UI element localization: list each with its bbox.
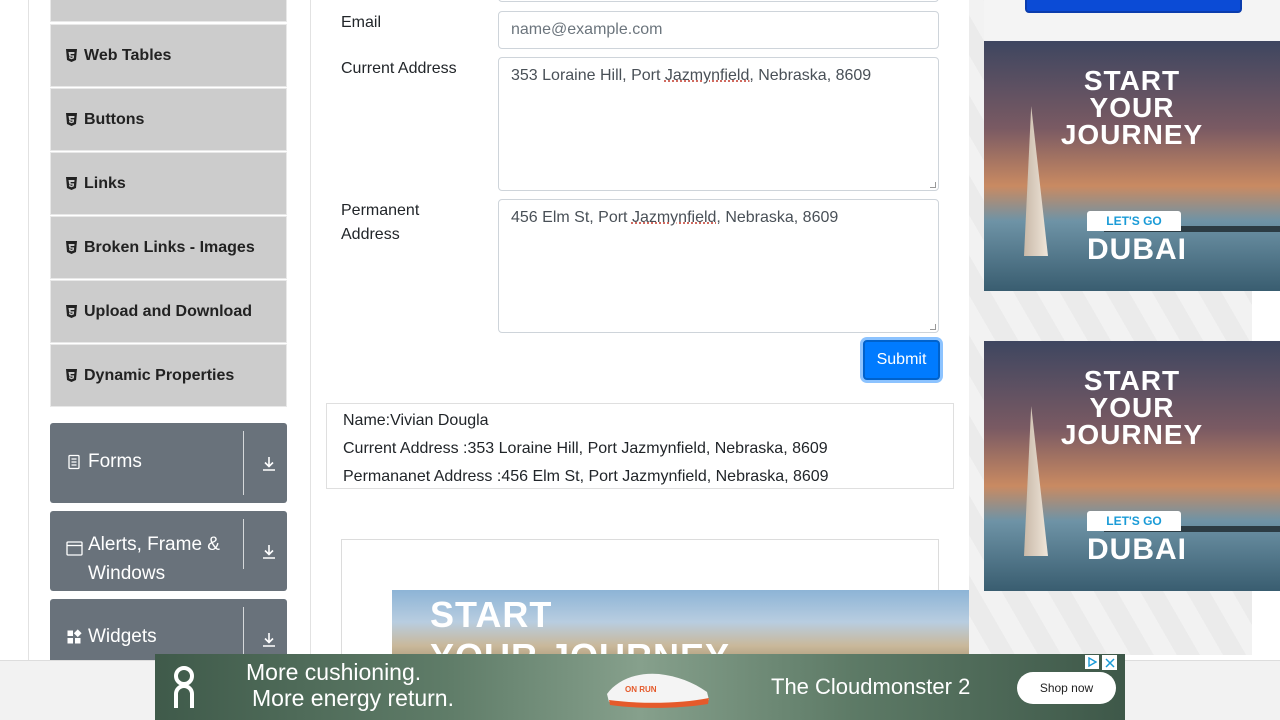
dubai-logo: DUBAI bbox=[1087, 533, 1187, 566]
adchoices-icon[interactable] bbox=[1085, 655, 1099, 669]
svg-text:ON RUN: ON RUN bbox=[625, 685, 657, 694]
resize-handle[interactable] bbox=[930, 324, 936, 330]
dubai-logo: DUBAI bbox=[1087, 233, 1187, 266]
download-icon[interactable] bbox=[259, 454, 279, 474]
close-ad-icon[interactable] bbox=[1102, 655, 1117, 670]
group-divider bbox=[243, 607, 244, 657]
group-alerts-frame-windows[interactable]: Alerts, Frame & Windows bbox=[50, 511, 287, 591]
resize-handle[interactable] bbox=[930, 182, 936, 188]
html5-icon bbox=[65, 241, 78, 254]
ad-banner-dubai[interactable]: START YOUR JOURNEY LET'S GO DUBAI bbox=[984, 41, 1280, 291]
sidebar-item-label: Dynamic Properties bbox=[84, 366, 235, 384]
sidebar-item-label: Buttons bbox=[84, 110, 145, 128]
sidebar-item-dynamic-properties[interactable]: Dynamic Properties bbox=[50, 344, 287, 407]
email-label: Email bbox=[341, 14, 382, 31]
download-icon[interactable] bbox=[259, 630, 279, 650]
current-address-label: Current Address bbox=[341, 60, 457, 77]
group-widgets-label: Widgets bbox=[66, 626, 157, 648]
on-logo-icon bbox=[169, 664, 199, 710]
sidebar-item-label: Links bbox=[84, 174, 126, 192]
sidebar-item-broken-links[interactable]: Broken Links - Images bbox=[50, 216, 287, 279]
ad-banner-dubai[interactable]: START YOUR JOURNEY LET'S GO DUBAI bbox=[984, 341, 1280, 591]
widgets-icon bbox=[66, 629, 83, 646]
email-field[interactable]: name@example.com bbox=[498, 11, 939, 49]
group-forms[interactable]: Forms bbox=[50, 423, 287, 503]
html5-icon bbox=[65, 177, 78, 190]
sidebar-item-label: Upload and Download bbox=[84, 302, 252, 320]
sidebar-item-upload-download[interactable]: Upload and Download bbox=[50, 280, 287, 343]
sidebar-item-links[interactable]: Links bbox=[50, 152, 287, 215]
group-divider bbox=[243, 431, 244, 495]
shoe-image: ON RUN bbox=[603, 664, 713, 710]
full-name-field[interactable] bbox=[498, 0, 939, 2]
window-icon bbox=[66, 541, 83, 558]
current-address-field[interactable]: 353 Loraine Hill, Port Jazmynfield, Nebr… bbox=[498, 57, 939, 191]
output-box: Name:Vivian Dougla Current Address :353 … bbox=[326, 403, 954, 489]
output-current-address: Current Address :353 Loraine Hill, Port … bbox=[343, 440, 828, 457]
group-forms-label: Forms bbox=[66, 451, 142, 473]
ad-button[interactable] bbox=[1025, 0, 1242, 13]
sidebar-item-buttons[interactable]: Buttons bbox=[50, 88, 287, 151]
html5-icon bbox=[65, 49, 78, 62]
download-icon[interactable] bbox=[259, 542, 279, 562]
html5-icon bbox=[65, 305, 78, 318]
ad-banner-bottom[interactable]: More cushioning. More energy return. ON … bbox=[155, 654, 1125, 720]
sidebar-item-label: Broken Links - Images bbox=[84, 238, 255, 256]
permanent-address-field[interactable]: 456 Elm St, Port Jazmynfield, Nebraska, … bbox=[498, 199, 939, 333]
shop-now-button[interactable]: Shop now bbox=[1017, 672, 1116, 704]
output-name: Name:Vivian Dougla bbox=[343, 412, 489, 429]
permanent-address-label: Permanent Address bbox=[341, 202, 420, 243]
sidebar-item-web-tables[interactable]: Web Tables bbox=[50, 24, 287, 87]
submit-button[interactable]: Submit bbox=[863, 340, 940, 380]
document-icon bbox=[66, 454, 83, 471]
output-permanent-address: Permananet Address :456 Elm St, Port Jaz… bbox=[343, 468, 829, 485]
sidebar-item-previous[interactable] bbox=[50, 0, 287, 22]
group-alerts-label: Alerts, Frame & Windows bbox=[66, 534, 220, 588]
html5-icon bbox=[65, 369, 78, 382]
group-divider bbox=[243, 519, 244, 569]
html5-icon bbox=[65, 113, 78, 126]
sidebar-item-label: Web Tables bbox=[84, 46, 172, 64]
